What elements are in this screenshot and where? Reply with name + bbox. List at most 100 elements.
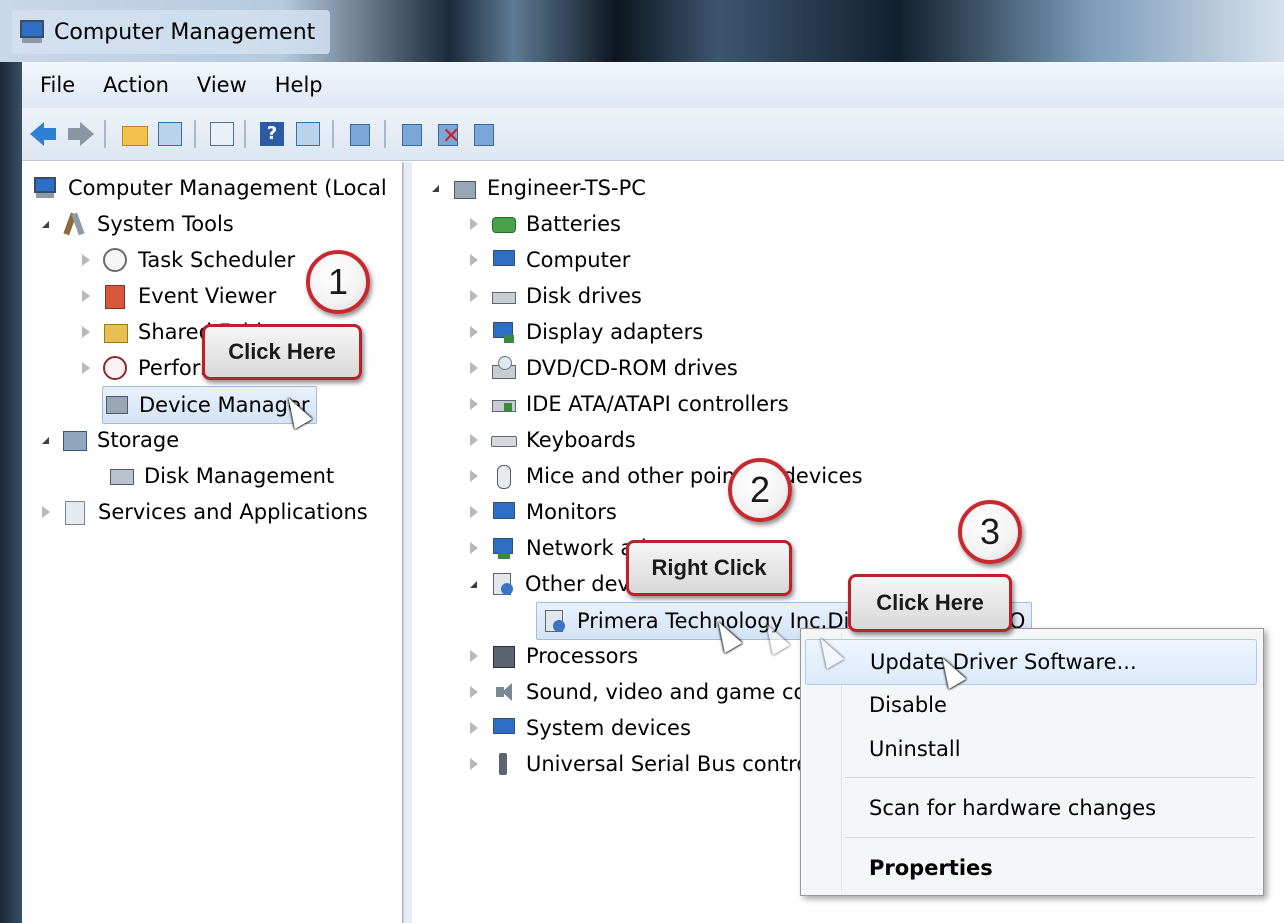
tree-item-disk-management[interactable]: Disk Management [108, 458, 334, 494]
tree-item-label: Task Scheduler [138, 248, 296, 272]
menu-bar: File Action View Help [22, 62, 1284, 109]
collapse-triangle-icon[interactable] [42, 220, 49, 228]
monitor-icon [490, 499, 516, 525]
menu-help[interactable]: Help [261, 73, 337, 97]
expand-triangle-icon[interactable] [470, 326, 478, 338]
menu-action[interactable]: Action [89, 73, 183, 97]
device-category-label: Monitors [526, 500, 617, 524]
context-menu: Update Driver Software... Disable Uninst… [800, 628, 1264, 896]
device-category-mice[interactable]: Mice and other pointing devices [470, 458, 863, 494]
disable-device-icon[interactable] [470, 120, 498, 148]
toolbar-separator [104, 120, 106, 148]
expand-triangle-icon[interactable] [82, 326, 90, 338]
keyboard-icon [490, 427, 517, 453]
callout-right-click: Right Click [626, 540, 792, 596]
battery-icon [490, 211, 516, 237]
device-category-label: Computer [526, 248, 631, 272]
shared-folder-icon [102, 319, 128, 345]
device-category-system[interactable]: System devices [470, 710, 691, 746]
device-category-processors[interactable]: Processors [470, 638, 638, 674]
collapse-triangle-icon[interactable] [42, 436, 49, 444]
device-category-monitors[interactable]: Monitors [470, 494, 617, 530]
device-category-label: DVD/CD-ROM drives [526, 356, 738, 380]
up-folder-icon[interactable] [120, 120, 148, 148]
ide-controller-icon [490, 391, 516, 417]
update-driver-icon[interactable] [398, 120, 426, 148]
tree-item-storage[interactable]: Storage [42, 422, 179, 458]
expand-triangle-icon[interactable] [82, 254, 90, 266]
show-hide-action-pane-icon[interactable] [294, 120, 322, 148]
device-category-computer[interactable]: Computer [470, 242, 630, 278]
expand-triangle-icon[interactable] [470, 722, 478, 734]
expand-triangle-icon[interactable] [82, 290, 90, 302]
window-title: Computer Management [54, 19, 316, 45]
tree-item-label: Storage [97, 428, 180, 452]
tree-item-task-scheduler[interactable]: Task Scheduler [82, 242, 295, 278]
show-hide-console-tree-icon[interactable] [156, 120, 184, 148]
clock-icon [102, 247, 128, 273]
unknown-device-icon [489, 571, 515, 597]
expand-triangle-icon[interactable] [470, 254, 478, 266]
tree-item-event-viewer[interactable]: Event Viewer [82, 278, 276, 314]
tree-item-label: Disk Management [144, 464, 335, 488]
expand-triangle-icon[interactable] [82, 362, 90, 374]
expand-triangle-icon[interactable] [470, 506, 478, 518]
expand-triangle-icon[interactable] [470, 398, 478, 410]
toolbar-separator [332, 120, 334, 148]
device-category-label: Mice and other pointing devices [526, 464, 863, 488]
device-category-display-adapters[interactable]: Display adapters [470, 314, 703, 350]
device-tree-root[interactable]: Engineer-TS-PC [432, 170, 646, 206]
tree-item-system-tools[interactable]: System Tools [42, 206, 234, 242]
tree-item-services-apps[interactable]: Services and Applications [42, 494, 368, 530]
unknown-device-icon [541, 608, 567, 634]
collapse-triangle-icon[interactable] [470, 580, 477, 588]
menu-uninstall[interactable]: Uninstall [805, 727, 1257, 771]
menu-file[interactable]: File [22, 73, 89, 97]
device-category-label: Keyboards [526, 428, 636, 452]
uninstall-device-icon[interactable]: ✕ [434, 120, 462, 148]
toolbar-separator [384, 120, 386, 148]
device-category-label: Batteries [526, 212, 621, 236]
device-manager-icon [103, 392, 129, 418]
storage-icon [61, 427, 87, 453]
device-category-disk-drives[interactable]: Disk drives [470, 278, 642, 314]
device-category-keyboards[interactable]: Keyboards [470, 422, 636, 458]
scan-hardware-icon[interactable] [346, 120, 374, 148]
step-3-badge: 3 [958, 500, 1022, 564]
device-category-dvd-cdrom[interactable]: DVD/CD-ROM drives [470, 350, 738, 386]
device-category-batteries[interactable]: Batteries [470, 206, 621, 242]
export-list-icon[interactable] [208, 120, 236, 148]
menu-view[interactable]: View [183, 73, 261, 97]
computer-icon [490, 247, 516, 273]
device-category-usb[interactable]: Universal Serial Bus controllers [470, 746, 853, 782]
expand-triangle-icon[interactable] [470, 758, 478, 770]
expand-triangle-icon[interactable] [470, 542, 478, 554]
expand-triangle-icon[interactable] [470, 470, 478, 482]
step-2-badge: 2 [728, 458, 792, 522]
device-category-ide[interactable]: IDE ATA/ATAPI controllers [470, 386, 789, 422]
system-devices-icon [490, 715, 516, 741]
expand-triangle-icon[interactable] [470, 290, 478, 302]
menu-scan-hardware[interactable]: Scan for hardware changes [805, 786, 1257, 830]
expand-triangle-icon[interactable] [470, 218, 478, 230]
device-category-label: Display adapters [526, 320, 704, 344]
menu-update-driver[interactable]: Update Driver Software... [805, 639, 1257, 685]
collapse-triangle-icon[interactable] [432, 184, 439, 192]
help-icon[interactable]: ? [258, 120, 286, 148]
tree-item-root[interactable]: Computer Management (Local [32, 170, 387, 206]
expand-triangle-icon[interactable] [470, 650, 478, 662]
expand-triangle-icon[interactable] [470, 686, 478, 698]
step-1-badge: 1 [306, 250, 370, 314]
menu-properties[interactable]: Properties [805, 846, 1257, 890]
services-icon [62, 499, 88, 525]
expand-triangle-icon[interactable] [42, 506, 50, 518]
toolbar-separator [194, 120, 196, 148]
back-arrow-icon[interactable] [30, 120, 58, 148]
callout-click-here-3: Click Here [848, 574, 1012, 632]
toolbar: ? ✕ [22, 108, 1284, 161]
computer-management-icon [18, 18, 46, 46]
expand-triangle-icon[interactable] [470, 434, 478, 446]
forward-arrow-icon[interactable] [66, 120, 94, 148]
expand-triangle-icon[interactable] [470, 362, 478, 374]
menu-disable[interactable]: Disable [805, 683, 1257, 727]
